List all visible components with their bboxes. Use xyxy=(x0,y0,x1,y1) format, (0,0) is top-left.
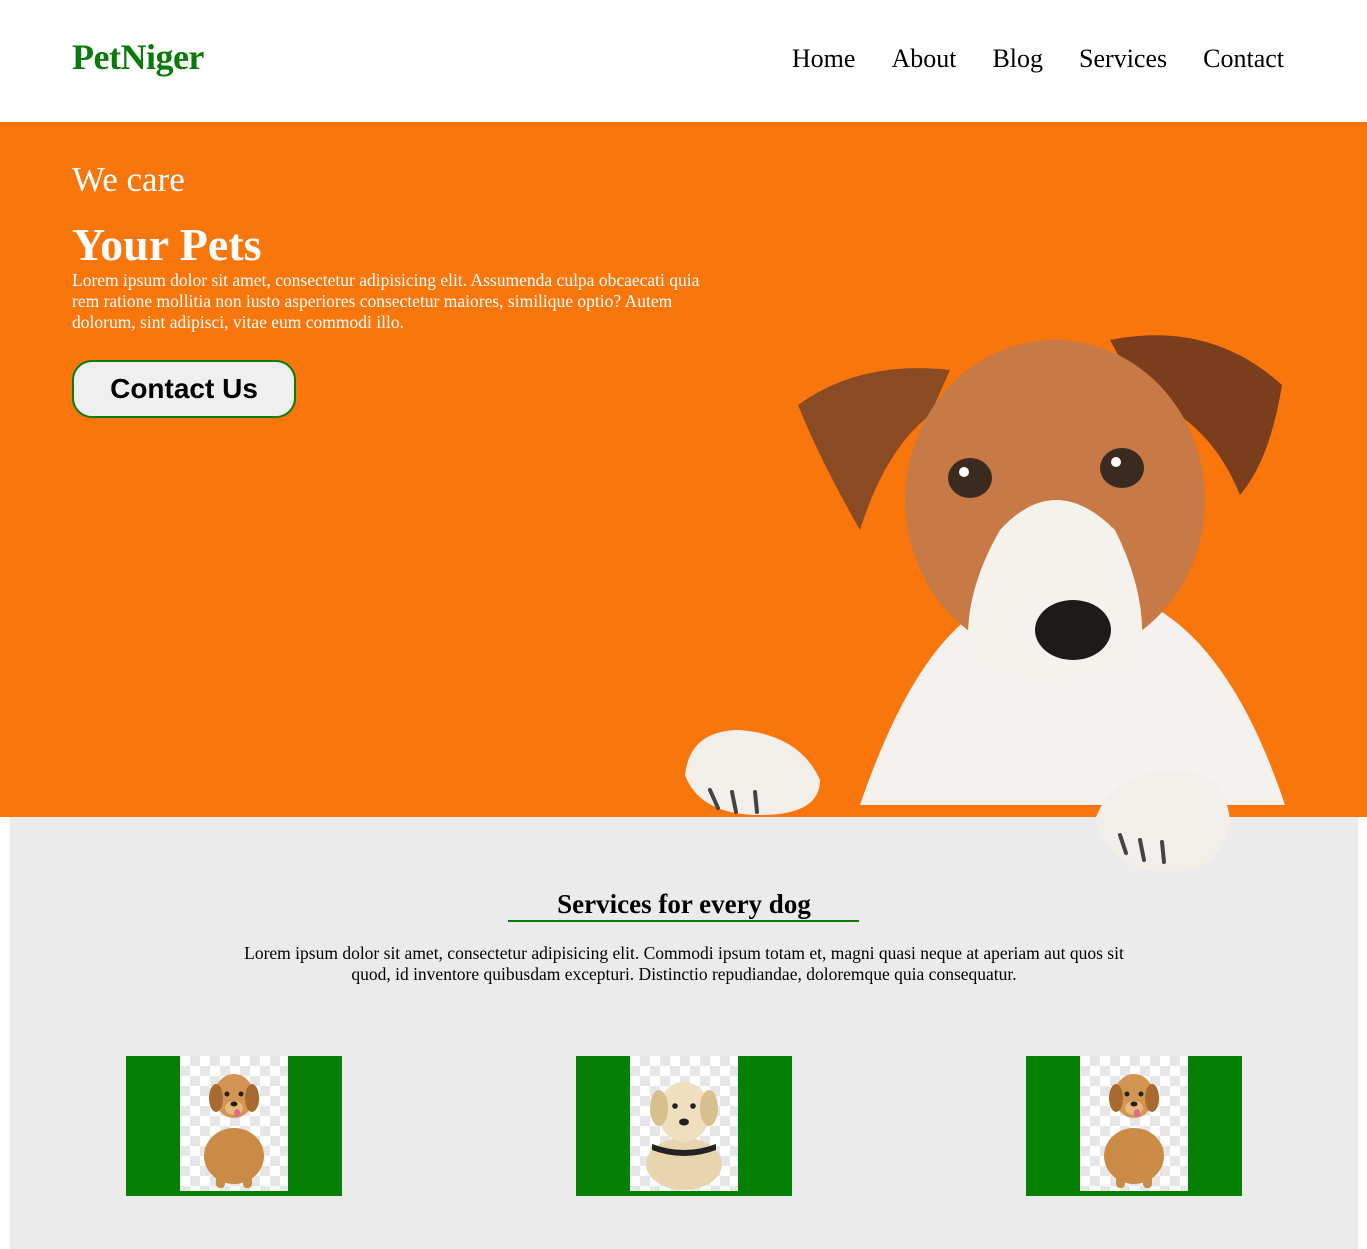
contact-us-button[interactable]: Contact Us xyxy=(72,360,296,418)
golden-puppy-icon xyxy=(204,1074,264,1188)
logo[interactable]: PetNiger xyxy=(72,36,204,78)
labrador-icon xyxy=(646,1082,722,1190)
main-nav: Home About Blog Services Contact xyxy=(756,44,1284,74)
nav-about[interactable]: About xyxy=(891,44,956,74)
hero-description: Lorem ipsum dolor sit amet, consectetur … xyxy=(72,270,700,332)
service-card[interactable] xyxy=(576,1056,792,1196)
service-card[interactable] xyxy=(1026,1056,1242,1196)
services-title: Services for every dog xyxy=(557,889,811,919)
nav-services[interactable]: Services xyxy=(1079,44,1167,74)
puppy-photo xyxy=(180,1056,288,1191)
title-underline xyxy=(508,920,859,922)
nav-blog[interactable]: Blog xyxy=(992,44,1043,74)
jack-russell-dog-image xyxy=(685,335,1285,872)
hero-title: Your Pets xyxy=(72,219,262,270)
nav-home[interactable]: Home xyxy=(792,44,856,74)
service-card[interactable] xyxy=(126,1056,342,1196)
puppy-photo xyxy=(1080,1056,1188,1191)
nav-contact[interactable]: Contact xyxy=(1203,44,1284,74)
site-header: PetNiger Home About Blog Services Contac… xyxy=(0,0,1367,122)
services-description: Lorem ipsum dolor sit amet, consectetur … xyxy=(244,943,1124,984)
hero-subtitle: We care xyxy=(72,160,185,199)
golden-puppy-icon xyxy=(1104,1074,1164,1188)
services-section: Services for every dog Lorem ipsum dolor… xyxy=(10,817,1358,1249)
labrador-photo xyxy=(630,1056,738,1191)
